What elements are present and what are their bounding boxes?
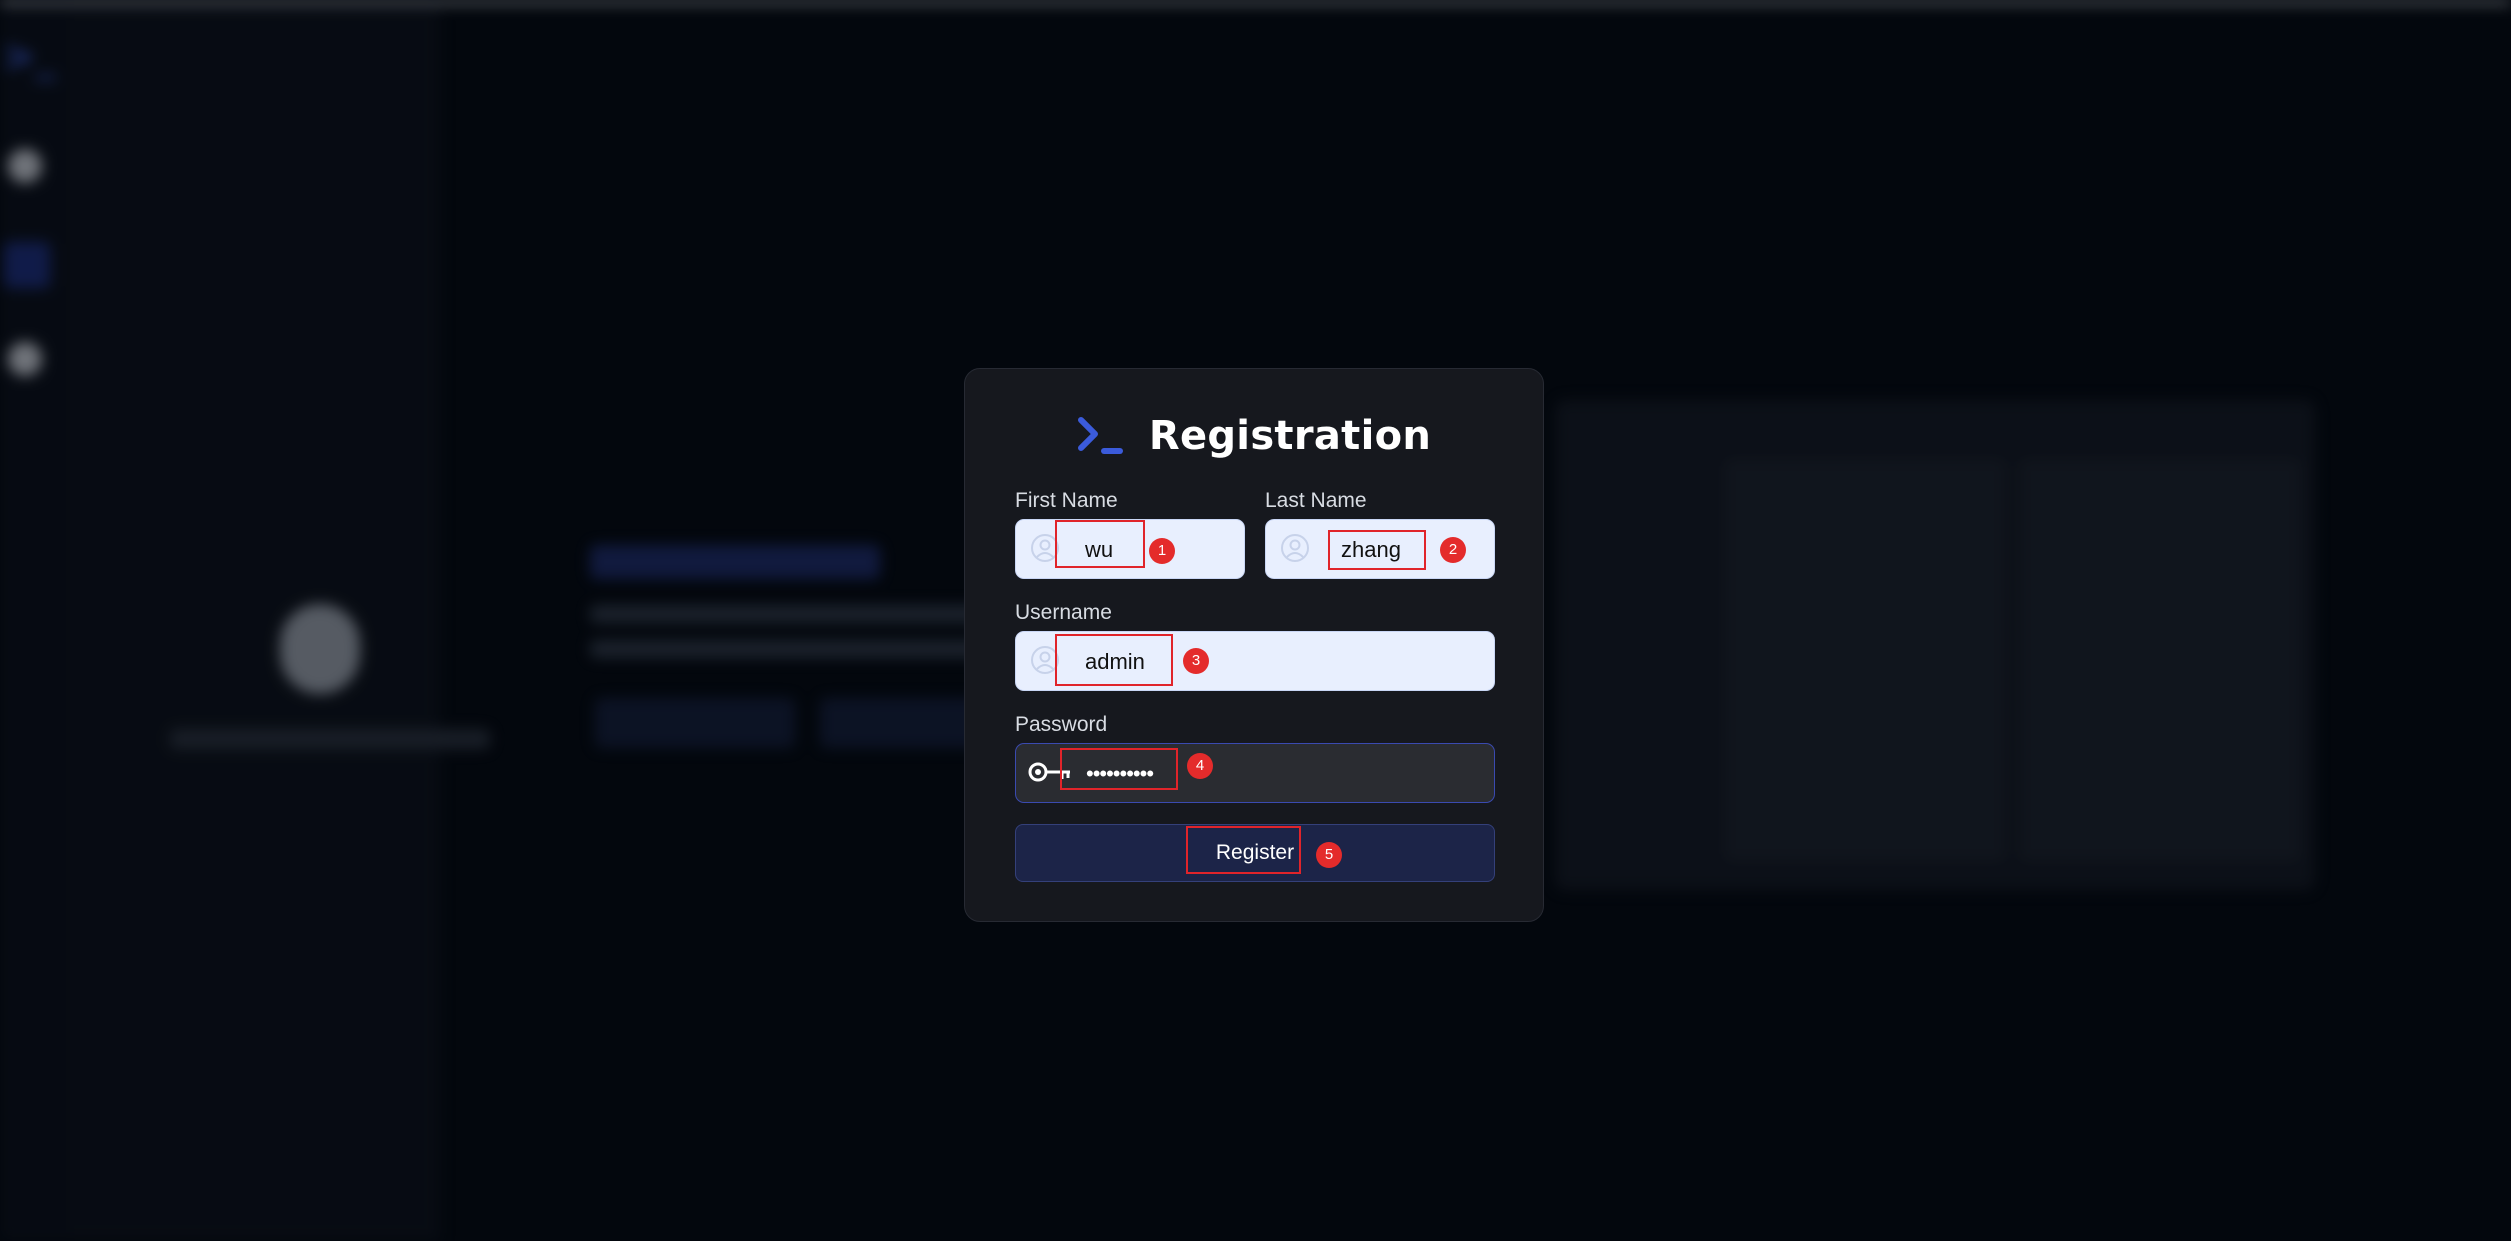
side-search <box>170 40 490 76</box>
preview-column <box>1725 460 2005 860</box>
nav-rail: >_ <box>0 4 70 1241</box>
annotation-box <box>1055 520 1145 568</box>
welcome-title <box>590 545 880 579</box>
user-icon <box>1281 534 1309 562</box>
app-logo-icon: >_ <box>2 34 56 80</box>
annotation-box <box>1328 530 1426 570</box>
annotation-box <box>1060 748 1178 790</box>
annotation-box <box>1055 634 1173 686</box>
terminal-logo-icon <box>1077 417 1123 454</box>
username-label: Username <box>1015 601 1112 624</box>
annotation-badge: 3 <box>1183 648 1209 674</box>
rail-settings-icon <box>8 342 42 376</box>
annotation-box <box>1186 826 1301 874</box>
first-name-label: First Name <box>1015 489 1118 512</box>
modal-header: Registration <box>965 411 1543 461</box>
password-label: Password <box>1015 713 1108 736</box>
rail-avatar-icon <box>8 149 42 183</box>
annotation-badge: 1 <box>1149 538 1175 564</box>
annotation-badge: 5 <box>1316 842 1342 868</box>
preview-column <box>2020 460 2300 860</box>
modal-title: Registration <box>1148 413 1432 459</box>
side-empty-text <box>170 729 490 749</box>
annotation-badge: 2 <box>1440 537 1466 563</box>
annotation-badge: 4 <box>1187 753 1213 779</box>
side-panel <box>70 4 490 1241</box>
pointer-icon <box>280 604 360 694</box>
last-name-label: Last Name <box>1265 489 1367 512</box>
rail-active-item <box>4 242 50 288</box>
welcome-button <box>595 698 795 748</box>
